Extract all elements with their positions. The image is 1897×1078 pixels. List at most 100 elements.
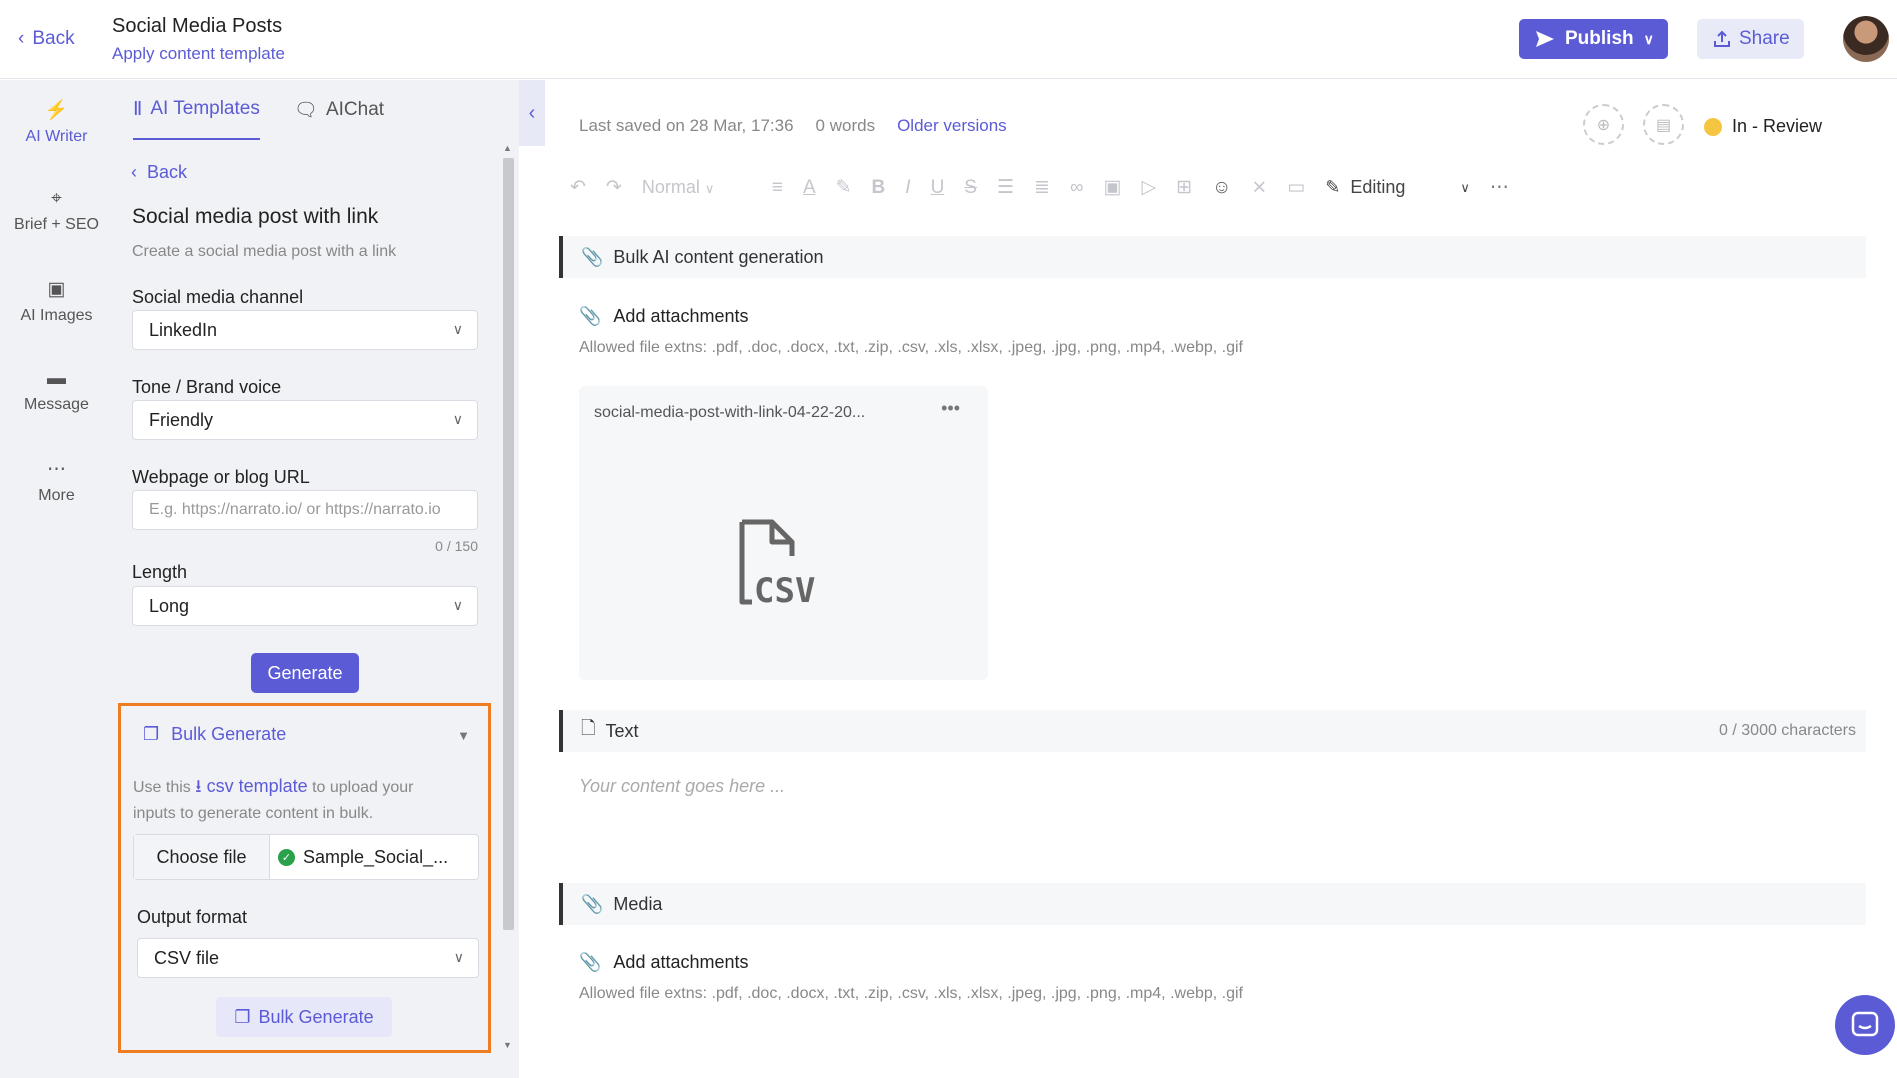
crosshair-icon: ⌖ [51,188,62,209]
chevron-left-icon: ‹ [18,28,25,49]
bulk-button-label: Bulk Generate [258,1006,374,1027]
bulk-generate-button[interactable]: ❐ Bulk Generate [216,997,392,1037]
send-icon [1536,31,1554,47]
left-rail: ⚡ AI Writer ⌖ Brief + SEO ▣ AI Images ▬ … [0,80,113,1078]
comment-icon[interactable]: ▭ [1287,176,1305,199]
scrollbar-thumb[interactable] [503,158,514,930]
editing-mode-select[interactable]: ✎ Editing ∨ [1325,177,1470,198]
add-attachments-label: Add attachments [613,952,749,972]
choose-file-button[interactable]: Choose file [134,835,270,879]
rail-label: AI Images [20,307,93,324]
length-select[interactable]: Long ∨ [132,586,478,626]
underline-icon[interactable]: U [931,177,945,199]
select-value: Long [149,595,190,616]
collapse-panel-button[interactable]: ‹ [519,80,545,146]
media-add-attachments-link[interactable]: 📎 Add attachments [579,952,749,973]
length-label: Length [132,562,188,582]
content-editor[interactable]: Your content goes here ... [579,776,785,797]
older-versions-link[interactable]: Older versions [897,116,1007,136]
output-format-label: Output format [137,907,248,927]
output-format-select[interactable]: CSV file ∨ [137,938,479,978]
undo-icon[interactable]: ↶ [570,176,586,199]
template-panel: Ⅱ AI Templates 🗨 AIChat ‹ Back Social me… [113,80,519,1078]
tab-label: AIChat [325,99,385,120]
highlighter-icon[interactable]: ✎ [836,176,852,199]
rail-item-ai-writer[interactable]: ⚡ AI Writer [0,98,113,146]
rail-label: AI Writer [25,128,88,145]
rail-item-brief-seo[interactable]: ⌖ Brief + SEO [0,188,113,234]
more-icon[interactable]: ⋯ [1490,176,1509,199]
share-button[interactable]: Share [1697,19,1804,59]
avatar[interactable] [1843,16,1889,62]
bulk-ai-section-header: 📎 Bulk AI content generation [559,236,1866,278]
publish-label: Publish [1565,28,1634,49]
rail-label: More [38,487,75,504]
publish-button[interactable]: Publish ∨ [1519,19,1668,59]
tab-label: AI Templates [150,98,260,119]
status-badge[interactable]: In - Review [1704,116,1822,137]
text-style-select[interactable]: Normal ∨ [642,177,752,198]
link-icon[interactable]: ∞ [1070,177,1084,199]
chevron-down-icon: ∨ [1460,179,1470,195]
chevron-left-icon: ‹ [528,101,536,124]
caret-down-icon[interactable]: ▼ [457,728,470,743]
tab-aichat[interactable]: 🗨 AIChat [294,80,384,140]
back-label: Back [147,162,188,182]
channel-select[interactable]: LinkedIn ∨ [132,310,478,350]
clear-format-icon[interactable]: ⨯ [1251,176,1267,199]
tone-select[interactable]: Friendly ∨ [132,400,478,440]
back-label: Back [32,28,75,49]
editor-toolbar: ↶ ↷ Normal ∨ ≡ A ✎ B I U S ☰ ≣ ∞ ▣ ▷ ⊞ ☺… [570,176,1509,199]
url-counter: 0 / 150 [435,538,478,554]
bullet-list-icon[interactable]: ☰ [997,176,1014,199]
back-link[interactable]: ‹ Back [18,28,75,50]
word-count: 0 words [815,116,876,135]
bulk-info-pre: Use this [133,779,191,796]
play-icon[interactable]: ▷ [1141,176,1156,199]
scroll-down-icon[interactable]: ▼ [503,1040,512,1050]
strikethrough-icon[interactable]: S [964,177,977,199]
bulk-generate-toggle[interactable]: ❐ Bulk Generate [143,724,286,745]
emoji-icon[interactable]: ☺ [1212,177,1231,199]
more-icon: ⋯ [47,459,66,480]
scroll-up-icon[interactable]: ▲ [503,143,512,153]
section-title: Media [613,893,663,914]
copy-icon: ❐ [234,1006,251,1027]
editor-meta: Last saved on 28 Mar, 17:36 0 words Olde… [579,116,1007,136]
add-attachments-link[interactable]: 📎 Add attachments [579,306,749,327]
media-section-header: 📎 Media [559,883,1866,925]
tab-ai-templates[interactable]: Ⅱ AI Templates [133,80,260,140]
calendar-icon[interactable]: ▤ [1643,104,1684,145]
url-input[interactable]: E.g. https://narrato.io/ or https://narr… [132,490,478,530]
redo-icon[interactable]: ↷ [606,176,622,199]
pencil-icon: ✎ [1325,177,1341,197]
support-chat-button[interactable] [1835,995,1895,1055]
rail-item-more[interactable]: ⋯ More [0,458,113,505]
more-icon[interactable]: ••• [941,398,960,419]
rail-item-message[interactable]: ▬ Message [0,368,113,414]
csv-template-link[interactable]: ⭳ csv template [195,776,307,796]
align-icon[interactable]: ≡ [772,177,783,199]
generate-button[interactable]: Generate [251,653,359,693]
bold-icon[interactable]: B [872,177,886,199]
bulk-title: Bulk Generate [171,724,287,744]
last-saved: Last saved on 28 Mar, 17:36 [579,116,794,135]
font-color-icon[interactable]: A [803,177,816,199]
section-title: Bulk AI content generation [613,246,824,267]
csv-template-label: csv template [206,776,308,796]
page-subtitle-link[interactable]: Apply content template [112,44,285,64]
rail-label: Message [24,396,89,413]
chevron-left-icon: ‹ [131,162,137,182]
select-value: CSV file [154,947,220,968]
italic-icon[interactable]: I [905,177,910,199]
attachment-card[interactable]: social-media-post-with-link-04-22-20... … [579,386,988,680]
image-insert-icon[interactable]: ▣ [1104,176,1122,199]
download-icon: ⭳ [195,776,202,796]
rail-item-ai-images[interactable]: ▣ AI Images [0,278,113,325]
status-label: In - Review [1732,116,1823,136]
panel-back-link[interactable]: ‹ Back [131,162,187,183]
table-icon[interactable]: ⊞ [1176,176,1192,199]
numbered-list-icon[interactable]: ≣ [1034,176,1050,199]
svg-text:CSV: CSV [754,571,815,611]
add-user-icon[interactable]: ⊕ [1583,104,1624,145]
